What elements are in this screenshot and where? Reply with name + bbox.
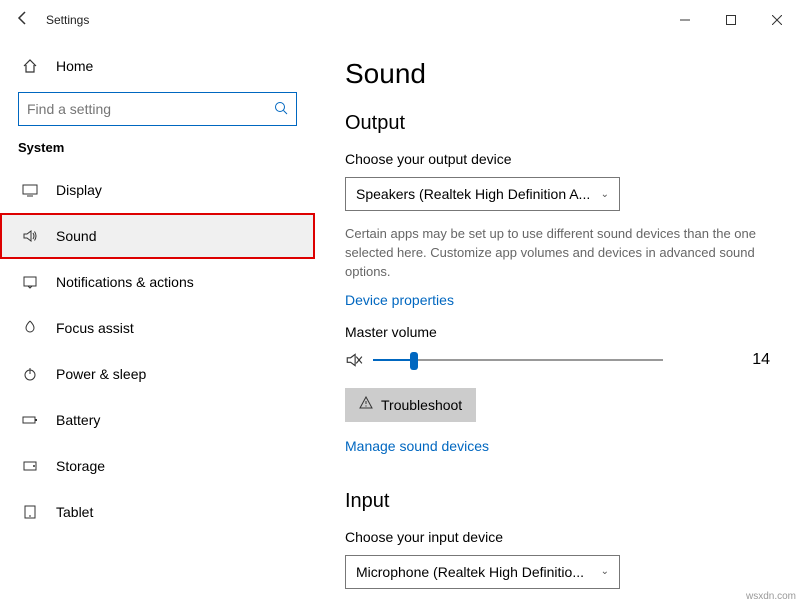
input-heading: Input <box>345 490 770 513</box>
watermark: wsxdn.com <box>746 591 796 602</box>
slider-fill <box>373 359 414 361</box>
minimize-button[interactable] <box>662 4 708 36</box>
sidebar-item-notifications[interactable]: Notifications & actions <box>0 259 315 305</box>
focus-assist-icon <box>18 320 42 336</box>
window-title: Settings <box>46 13 89 27</box>
title-bar: Settings <box>0 0 800 40</box>
sidebar-item-focus-assist[interactable]: Focus assist <box>0 305 315 351</box>
sidebar-item-label: Sound <box>56 228 96 244</box>
sidebar-home-label: Home <box>56 58 93 74</box>
sidebar: Home System Display Sound Notifications … <box>0 40 315 604</box>
maximize-button[interactable] <box>708 4 754 36</box>
search-input-wrapper[interactable] <box>18 92 297 126</box>
home-icon <box>18 58 42 74</box>
sidebar-item-storage[interactable]: Storage <box>0 443 315 489</box>
power-icon <box>18 366 42 382</box>
sidebar-item-label: Display <box>56 182 102 198</box>
manage-sound-devices-link[interactable]: Manage sound devices <box>345 438 489 454</box>
sidebar-item-display[interactable]: Display <box>0 167 315 213</box>
troubleshoot-button[interactable]: Troubleshoot <box>345 388 476 422</box>
sidebar-item-label: Notifications & actions <box>56 274 194 290</box>
volume-value: 14 <box>712 351 770 369</box>
chevron-down-icon: ⌄ <box>601 189 609 200</box>
device-properties-link[interactable]: Device properties <box>345 292 454 308</box>
output-heading: Output <box>345 112 770 135</box>
sidebar-item-label: Power & sleep <box>56 366 146 382</box>
sidebar-item-label: Storage <box>56 458 105 474</box>
master-volume-label: Master volume <box>345 324 770 340</box>
page-title: Sound <box>345 58 770 90</box>
output-device-dropdown[interactable]: Speakers (Realtek High Definition A... ⌄ <box>345 177 620 211</box>
notifications-icon <box>18 274 42 290</box>
search-icon <box>274 101 288 118</box>
sidebar-item-label: Battery <box>56 412 100 428</box>
tablet-icon <box>18 504 42 520</box>
sidebar-item-home[interactable]: Home <box>0 48 315 84</box>
troubleshoot-label: Troubleshoot <box>381 397 462 413</box>
input-device-dropdown[interactable]: Microphone (Realtek High Definitio... ⌄ <box>345 555 620 589</box>
back-button[interactable] <box>0 10 46 31</box>
mute-icon[interactable] <box>345 351 363 369</box>
sidebar-section-label: System <box>0 140 315 167</box>
output-help-text: Certain apps may be set up to use differ… <box>345 225 765 282</box>
input-device-selected: Microphone (Realtek High Definitio... <box>356 564 584 580</box>
sidebar-item-sound[interactable]: Sound <box>0 213 315 259</box>
search-input[interactable] <box>27 101 274 117</box>
output-choose-label: Choose your output device <box>345 151 770 167</box>
content-area: Sound Output Choose your output device S… <box>315 40 800 604</box>
sidebar-item-label: Tablet <box>56 504 93 520</box>
chevron-down-icon: ⌄ <box>601 566 609 577</box>
sidebar-item-battery[interactable]: Battery <box>0 397 315 443</box>
output-device-selected: Speakers (Realtek High Definition A... <box>356 186 590 202</box>
sidebar-item-tablet[interactable]: Tablet <box>0 489 315 535</box>
sound-icon <box>18 228 42 244</box>
input-choose-label: Choose your input device <box>345 529 770 545</box>
volume-slider[interactable] <box>373 350 663 370</box>
warning-icon <box>359 396 373 413</box>
battery-icon <box>18 412 42 428</box>
storage-icon <box>18 458 42 474</box>
sidebar-item-power-sleep[interactable]: Power & sleep <box>0 351 315 397</box>
display-icon <box>18 182 42 198</box>
slider-thumb[interactable] <box>410 352 418 370</box>
sidebar-item-label: Focus assist <box>56 320 134 336</box>
close-button[interactable] <box>754 4 800 36</box>
